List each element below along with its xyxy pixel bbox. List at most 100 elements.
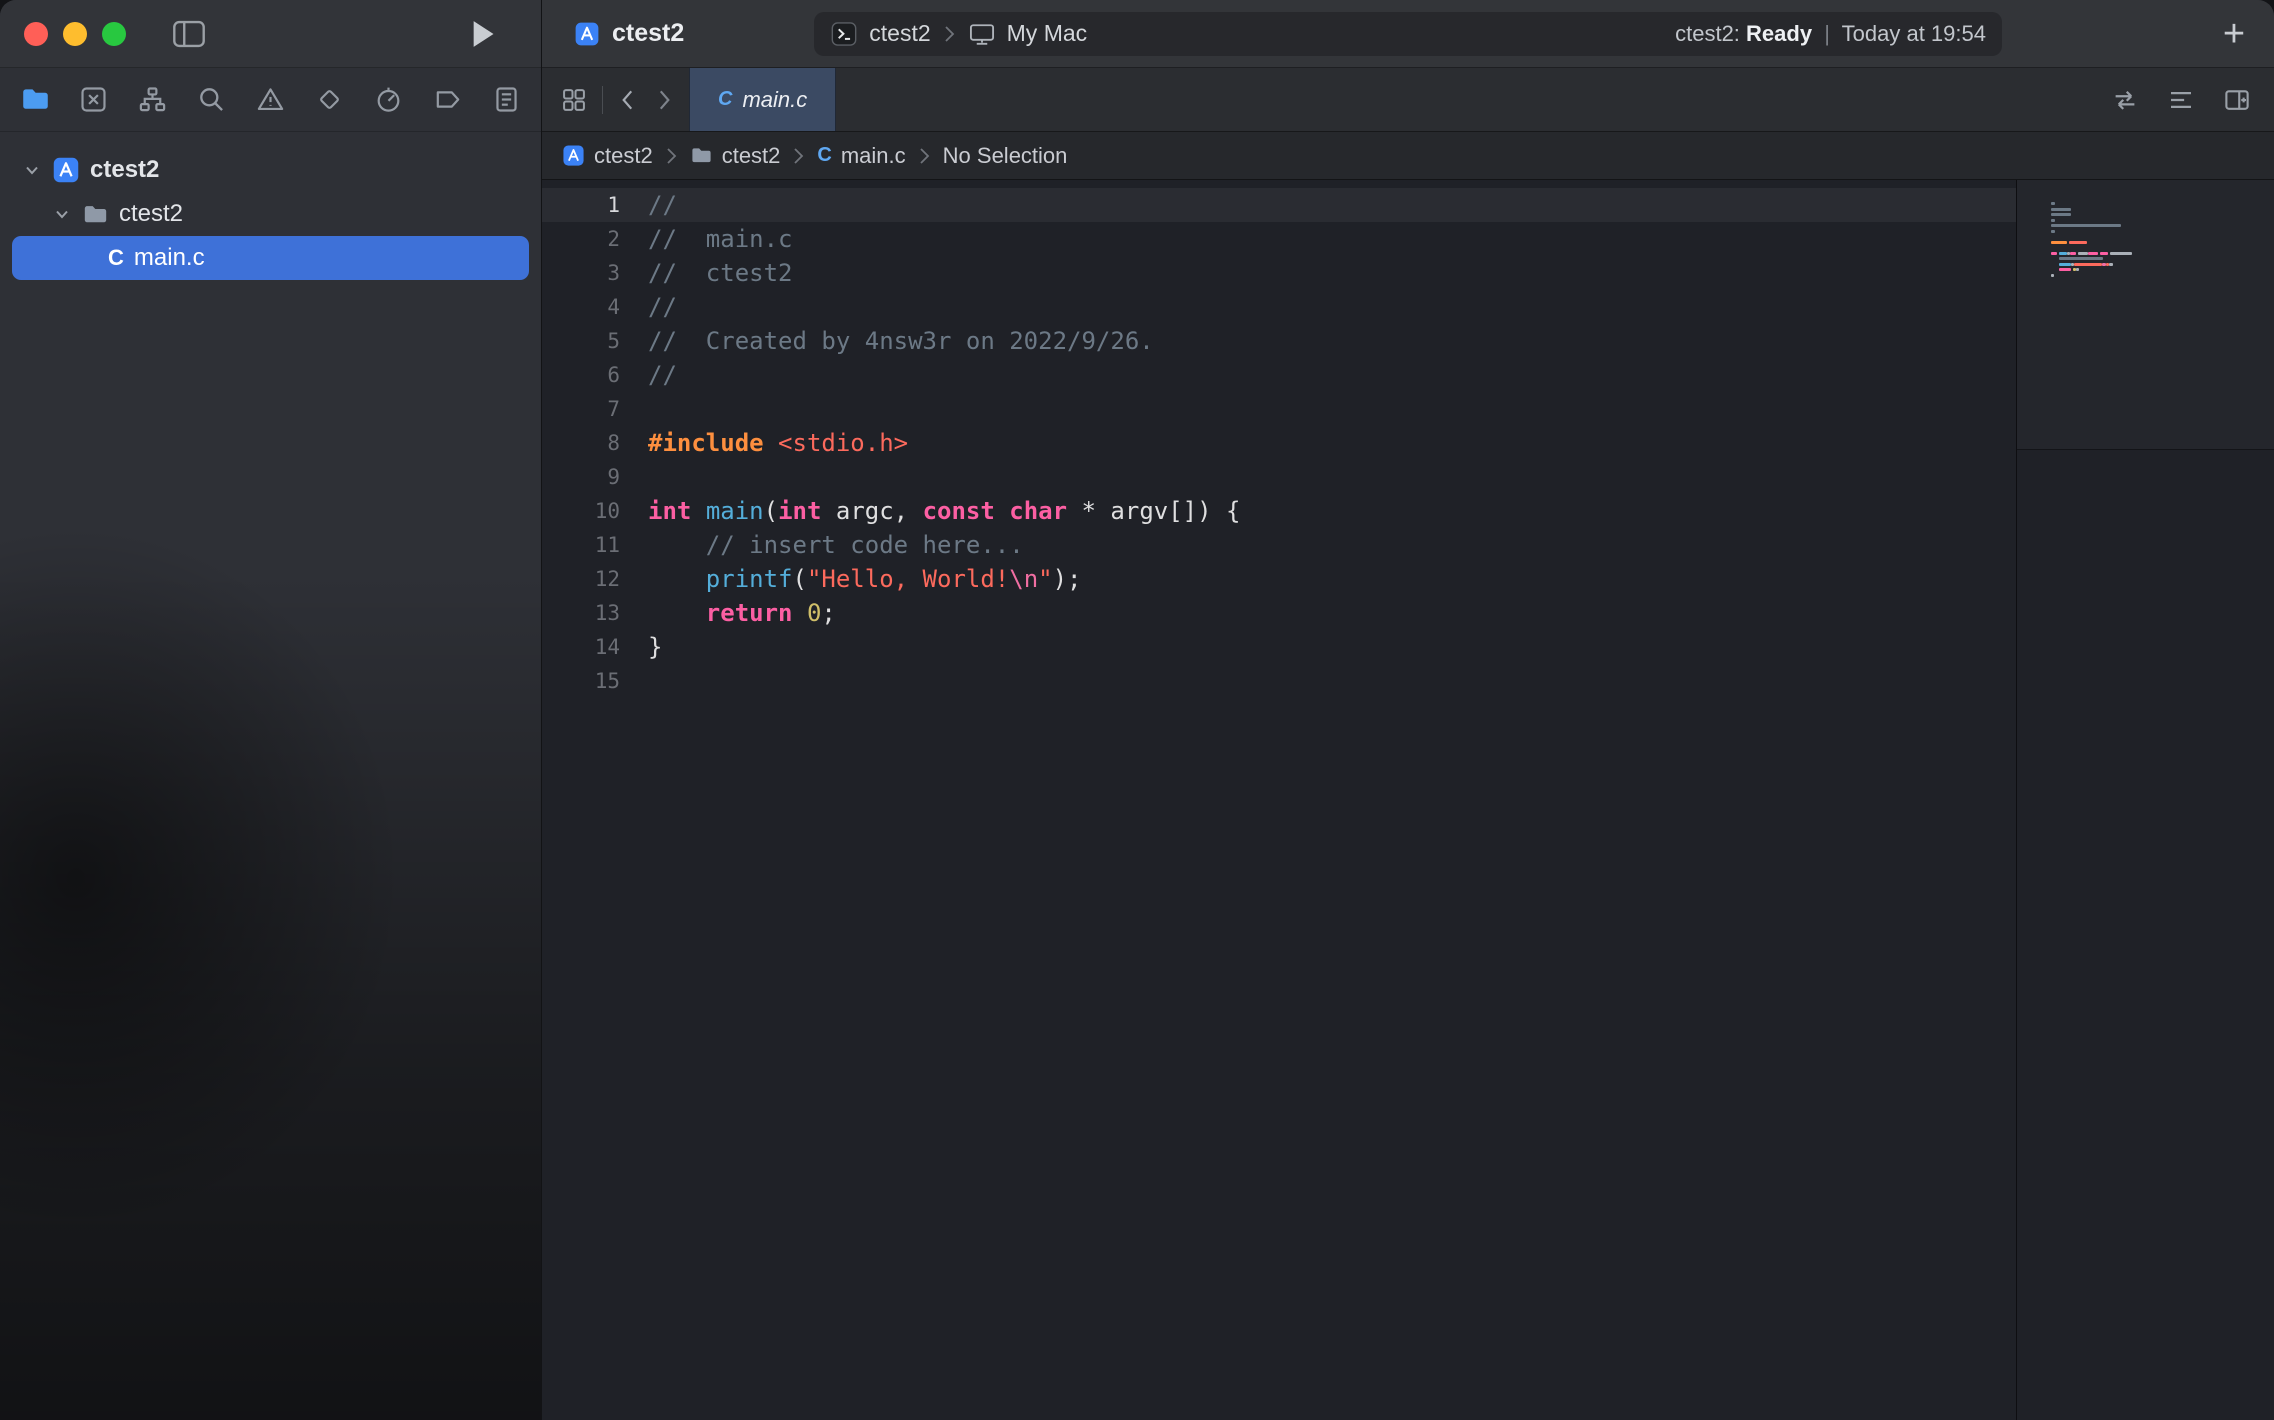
xcode-project-icon: [52, 156, 80, 184]
code-editor[interactable]: 1//2// main.c3// ctest24//5// Created by…: [542, 180, 2016, 1420]
line-number[interactable]: 6: [542, 358, 620, 392]
chevron-right-icon: [943, 24, 956, 44]
activity-status: ctest2: Ready | Today at 19:54: [1675, 21, 1986, 47]
breakpoint-navigator-icon[interactable]: [426, 79, 468, 121]
report-navigator-icon[interactable]: [485, 79, 527, 121]
debug-navigator-icon[interactable]: [367, 79, 409, 121]
line-number[interactable]: 5: [542, 324, 620, 358]
navigate-forward-icon[interactable]: [653, 87, 675, 113]
tab-label: main.c: [742, 87, 807, 113]
sidebar-shadow-overlay: [0, 132, 541, 1420]
my-mac-icon: [968, 20, 996, 48]
line-number[interactable]: 12: [542, 562, 620, 596]
line-number[interactable]: 14: [542, 630, 620, 664]
line-number[interactable]: 8: [542, 426, 620, 460]
zoom-button[interactable]: [102, 22, 126, 46]
project-navigator-tree: ctest2 ctest2 C main.c: [0, 132, 541, 1420]
jumpbar-project-label: ctest2: [594, 143, 653, 169]
tree-label-group: ctest2: [119, 200, 183, 228]
minimap-lines: [2051, 202, 2260, 285]
minimize-button[interactable]: [63, 22, 87, 46]
editor-options: [2110, 68, 2274, 131]
code-line[interactable]: 6//: [542, 358, 2016, 392]
code-review-icon[interactable]: [2110, 85, 2140, 115]
symbol-navigator-icon[interactable]: [132, 79, 174, 121]
code-lines: 1//2// main.c3// ctest24//5// Created by…: [542, 188, 2016, 698]
play-icon: [471, 20, 495, 48]
code-line[interactable]: 5// Created by 4nsw3r on 2022/9/26.: [542, 324, 2016, 358]
close-button[interactable]: [24, 22, 48, 46]
line-number[interactable]: 11: [542, 528, 620, 562]
status-time: Today at 19:54: [1842, 21, 1986, 46]
scheme-status-bar[interactable]: ctest2 My Mac ctest2: Ready | Today at 1…: [814, 12, 2002, 56]
jumpbar-project[interactable]: ctest2: [562, 143, 653, 169]
xcode-project-icon: [574, 21, 600, 47]
navigator-sidebar: ctest2 ctest2 C main.c: [0, 0, 542, 1420]
folder-icon: [690, 144, 713, 167]
tree-label-file: main.c: [134, 244, 205, 272]
editor-options-icon[interactable]: [2166, 85, 2196, 115]
status-separator: |: [1824, 21, 1830, 46]
tree-row-group[interactable]: ctest2: [0, 192, 541, 236]
code-line[interactable]: 9: [542, 460, 2016, 494]
folder-icon: [82, 201, 109, 228]
toggle-sidebar-icon[interactable]: [172, 20, 206, 48]
editor-area: 1//2// main.c3// ctest24//5// Created by…: [542, 180, 2274, 1420]
tree-row-project[interactable]: ctest2: [0, 148, 541, 192]
code-line[interactable]: 4//: [542, 290, 2016, 324]
line-number[interactable]: 2: [542, 222, 620, 256]
code-line[interactable]: 3// ctest2: [542, 256, 2016, 290]
code-line[interactable]: 2// main.c: [542, 222, 2016, 256]
scheme-selector[interactable]: ctest2 My Mac: [830, 20, 1087, 48]
line-number[interactable]: 7: [542, 392, 620, 426]
navigate-back-icon[interactable]: [617, 87, 639, 113]
tab-main-c[interactable]: C main.c: [689, 68, 836, 131]
project-navigator-icon[interactable]: [14, 79, 56, 121]
jumpbar-file[interactable]: C main.c: [817, 143, 905, 169]
chevron-right-icon: [665, 146, 678, 166]
code-line[interactable]: 10int main(int argc, const char * argv[]…: [542, 494, 2016, 528]
run-button[interactable]: [471, 20, 495, 48]
line-number[interactable]: 3: [542, 256, 620, 290]
scheme-destination[interactable]: My Mac: [1007, 20, 1088, 47]
editor-tab-bar: C main.c: [542, 68, 2274, 132]
tree-row-file-selected[interactable]: C main.c: [12, 236, 529, 280]
code-line[interactable]: 8#include <stdio.h>: [542, 426, 2016, 460]
code-line[interactable]: 1//: [542, 188, 2016, 222]
line-number[interactable]: 10: [542, 494, 620, 528]
status-project: ctest2:: [1675, 21, 1740, 46]
window-title: ctest2: [612, 19, 684, 48]
source-control-navigator-icon[interactable]: [73, 79, 115, 121]
add-editor-icon[interactable]: [2222, 85, 2252, 115]
tab-overview-icon[interactable]: [560, 86, 588, 114]
issue-navigator-icon[interactable]: [250, 79, 292, 121]
divider: [602, 86, 603, 114]
code-line[interactable]: 14}: [542, 630, 2016, 664]
line-number[interactable]: 15: [542, 664, 620, 698]
jumpbar-selection[interactable]: No Selection: [943, 143, 1068, 169]
jumpbar-group[interactable]: ctest2: [690, 143, 781, 169]
c-file-icon: C: [108, 245, 124, 271]
line-number[interactable]: 9: [542, 460, 620, 494]
jump-bar: ctest2 ctest2 C main.c No Se: [542, 132, 2274, 180]
library-add-button[interactable]: +: [2212, 12, 2256, 56]
code-line[interactable]: 7: [542, 392, 2016, 426]
sidebar-toolbar: [0, 0, 541, 68]
jumpbar-file-label: main.c: [841, 143, 906, 169]
disclosure-chevron-icon[interactable]: [52, 205, 72, 223]
status-state: Ready: [1746, 21, 1812, 46]
code-line[interactable]: 12 printf("Hello, World!\n");: [542, 562, 2016, 596]
line-number[interactable]: 1: [542, 188, 620, 222]
disclosure-chevron-icon[interactable]: [22, 161, 42, 179]
line-number[interactable]: 4: [542, 290, 620, 324]
code-line[interactable]: 13 return 0;: [542, 596, 2016, 630]
xcode-project-icon: [562, 144, 585, 167]
line-number[interactable]: 13: [542, 596, 620, 630]
find-navigator-icon[interactable]: [191, 79, 233, 121]
code-line[interactable]: 11 // insert code here...: [542, 528, 2016, 562]
scheme-name[interactable]: ctest2: [869, 20, 930, 47]
test-navigator-icon[interactable]: [308, 79, 350, 121]
c-file-icon: C: [817, 144, 831, 167]
code-line[interactable]: 15: [542, 664, 2016, 698]
minimap[interactable]: [2016, 180, 2274, 1420]
